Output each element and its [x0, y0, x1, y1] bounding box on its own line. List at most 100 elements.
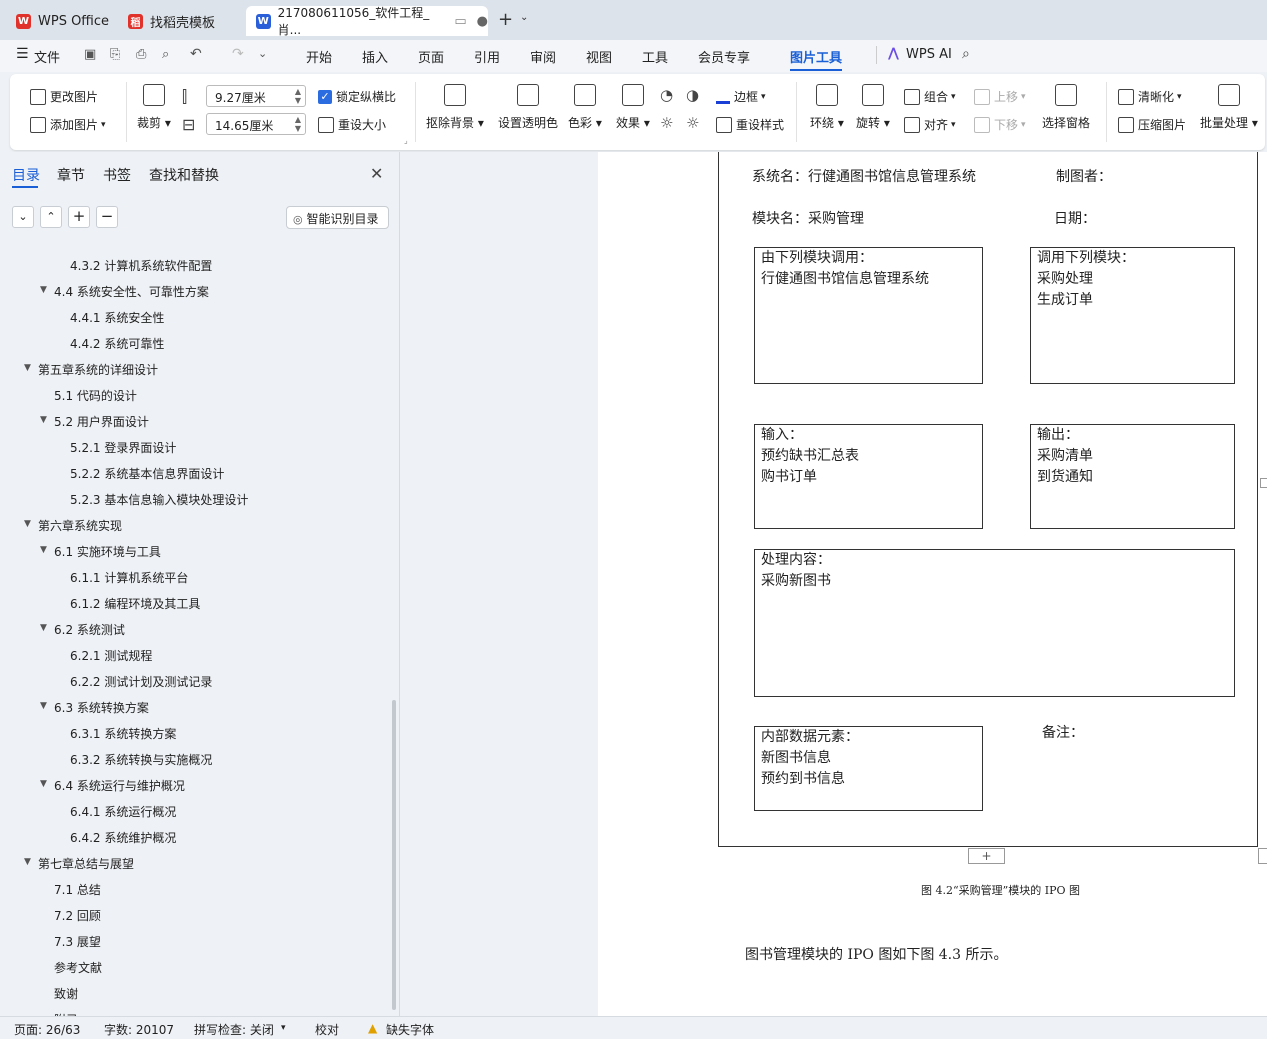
width-stepper-icon[interactable]: ▲ ▼ [295, 87, 301, 105]
image-corner-handle[interactable] [1258, 848, 1267, 864]
toc-item[interactable]: 6.3.2 系统转换与实施概况 [0, 750, 390, 772]
color-button[interactable]: 色彩 ▾ [568, 84, 602, 131]
toc-scrollbar[interactable] [392, 700, 396, 1010]
add-picture-button[interactable]: 添加图片 ▾ [30, 116, 106, 133]
spell-check-status[interactable]: 拼写检查: 关闭 [194, 1021, 274, 1038]
tab-toc[interactable]: 目录 [12, 165, 40, 185]
toc-item[interactable]: 7.3 展望 [0, 932, 390, 954]
toc-item[interactable]: 6.1.1 计算机系统平台 [0, 568, 390, 590]
tab-list-chevron-icon[interactable]: ⌄ [520, 12, 528, 23]
toc-expand-caret-icon[interactable]: ▼ [40, 285, 47, 295]
toc-expand-caret-icon[interactable]: ▼ [40, 545, 47, 555]
toc-item[interactable]: 6.2.1 测试规程 [0, 646, 390, 668]
quick-access-chevron-icon[interactable]: ⌄ [258, 47, 267, 60]
close-icon[interactable]: ✕ [370, 164, 383, 183]
menu-review[interactable]: 审阅 [530, 47, 556, 66]
menu-tools[interactable]: 工具 [642, 47, 668, 66]
menu-member[interactable]: 会员专享 [698, 47, 750, 66]
rotate-button[interactable]: 旋转 ▾ [856, 84, 890, 131]
set-transparent-button[interactable]: 设置透明色 [498, 84, 558, 131]
tab-docer-templates[interactable]: 稻 找稻壳模板 [118, 6, 240, 36]
toc-item[interactable]: ▼ 5.2 用户界面设计 [0, 412, 390, 434]
toc-expand-caret-icon[interactable]: ▼ [40, 623, 47, 633]
toc-expand-caret-icon[interactable]: ▼ [24, 857, 31, 867]
change-picture-button[interactable]: 更改图片 [30, 88, 98, 105]
effect-button[interactable]: 效果 ▾ [616, 84, 650, 131]
proofread-button[interactable]: 校对 [315, 1021, 339, 1038]
contrast-increase-icon[interactable]: ◔ [660, 86, 673, 104]
contrast-decrease-icon[interactable]: ◑ [686, 86, 699, 104]
tab-find-replace[interactable]: 查找和替换 [149, 165, 219, 185]
toc-expand-caret-icon[interactable]: ▼ [40, 779, 47, 789]
compress-picture-button[interactable]: 压缩图片 [1118, 116, 1186, 133]
toc-expand-caret-icon[interactable]: ▼ [40, 701, 47, 711]
smart-toc-button[interactable]: ◎ 智能识别目录 [286, 206, 389, 229]
toc-item[interactable]: 7.2 回顾 [0, 906, 390, 928]
batch-process-button[interactable]: 批量处理 ▾ [1200, 84, 1258, 131]
save-icon[interactable]: ▣ [84, 47, 96, 62]
menu-references[interactable]: 引用 [474, 47, 500, 66]
toc-expand-caret-icon[interactable]: ▼ [24, 519, 31, 529]
toc-item[interactable]: ▼ 6.4 系统运行与维护概况 [0, 776, 390, 798]
reset-style-button[interactable]: 重设样式 [716, 116, 784, 133]
toc-item[interactable]: ▼ 6.2 系统测试 [0, 620, 390, 642]
align-button[interactable]: 对齐 ▾ [904, 116, 956, 133]
toc-item[interactable]: 7.1 总结 [0, 880, 390, 902]
toc-item[interactable]: 5.2.3 基本信息输入模块处理设计 [0, 490, 390, 512]
page-count[interactable]: 页面: 26/63 [14, 1021, 80, 1038]
menu-insert[interactable]: 插入 [362, 47, 388, 66]
toc-item[interactable]: ▼ 4.4 系统安全性、可靠性方案 [0, 282, 390, 304]
toc-item[interactable]: 6.1.2 编程环境及其工具 [0, 594, 390, 616]
spell-check-chevron-icon[interactable]: ▾ [281, 1023, 286, 1033]
selection-pane-button[interactable]: 选择窗格 [1042, 84, 1090, 131]
tab-document[interactable]: W 217080611056_软件工程_肖... ▭ ● [246, 6, 488, 37]
toc-item[interactable]: 致谢 [0, 984, 390, 1006]
menu-wps-ai[interactable]: WPS AI [906, 47, 952, 62]
reset-size-button[interactable]: 重设大小 [318, 116, 386, 133]
print-icon[interactable]: ⎙ [136, 47, 146, 62]
image-resize-handle[interactable] [1260, 478, 1267, 488]
hamburger-icon[interactable]: ☰ [16, 46, 29, 62]
toc-item[interactable]: ▼ 6.1 实施环境与工具 [0, 542, 390, 564]
remove-heading-minus-icon[interactable]: − [96, 206, 118, 228]
tab-wps-office[interactable]: W WPS Office [6, 6, 114, 36]
toc-item[interactable]: 6.2.2 测试计划及测试记录 [0, 672, 390, 694]
width-input[interactable]: 9.27厘米 ▲ ▼ [206, 85, 306, 107]
toc-item[interactable]: 6.4.1 系统运行概况 [0, 802, 390, 824]
crop-button[interactable]: 裁剪 ▾ [137, 84, 171, 131]
toc-item[interactable]: 5.2.1 登录界面设计 [0, 438, 390, 460]
add-heading-plus-icon[interactable]: + [68, 206, 90, 228]
lock-ratio-checkbox[interactable]: ✓ 锁定纵横比 [318, 88, 396, 105]
move-up-button[interactable]: 上移 ▾ [974, 88, 1026, 105]
print-preview-icon[interactable]: ⌕ [162, 47, 169, 62]
tab-chapters[interactable]: 章节 [57, 165, 85, 185]
toc-item[interactable]: ▼ 第七章总结与展望 [0, 854, 390, 876]
menu-home[interactable]: 开始 [306, 47, 332, 66]
brightness-decrease-icon[interactable]: ☼ [686, 114, 699, 132]
toc-item[interactable]: ▼ 6.3 系统转换方案 [0, 698, 390, 720]
toc-item[interactable]: 参考文献 [0, 958, 390, 980]
border-button[interactable]: 边框 ▾ [716, 88, 766, 105]
menu-page[interactable]: 页面 [418, 47, 444, 66]
toc-item[interactable]: 6.3.1 系统转换方案 [0, 724, 390, 746]
redo-icon[interactable]: ↷ [232, 46, 244, 62]
unsaved-dot-icon[interactable]: ● [477, 14, 488, 29]
toc-item[interactable]: ▼ 第六章系统实现 [0, 516, 390, 538]
share-icon[interactable]: ⎘ [110, 47, 120, 62]
toc-item[interactable]: 5.1 代码的设计 [0, 386, 390, 408]
toc-expand-caret-icon[interactable]: ▼ [40, 415, 47, 425]
height-input[interactable]: 14.65厘米 ▲ ▼ [206, 113, 306, 135]
new-tab-plus-icon[interactable]: + [498, 9, 513, 30]
toc-item[interactable]: 6.4.2 系统维护概况 [0, 828, 390, 850]
toc-item[interactable]: 4.4.2 系统可靠性 [0, 334, 390, 356]
tab-bookmarks[interactable]: 书签 [103, 165, 131, 185]
toc-item[interactable]: 5.2.2 系统基本信息界面设计 [0, 464, 390, 486]
menu-view[interactable]: 视图 [586, 47, 612, 66]
dialog-launcher-icon[interactable]: ⌟ [404, 136, 408, 145]
toc-expand-caret-icon[interactable]: ▼ [24, 363, 31, 373]
brightness-increase-icon[interactable]: ☼ [660, 114, 673, 132]
menu-picture-tools[interactable]: 图片工具 [790, 47, 843, 71]
missing-font-button[interactable]: 缺失字体 [386, 1021, 434, 1038]
remove-background-button[interactable]: 抠除背景 ▾ [426, 84, 484, 131]
group-button[interactable]: 组合 ▾ [904, 88, 956, 105]
